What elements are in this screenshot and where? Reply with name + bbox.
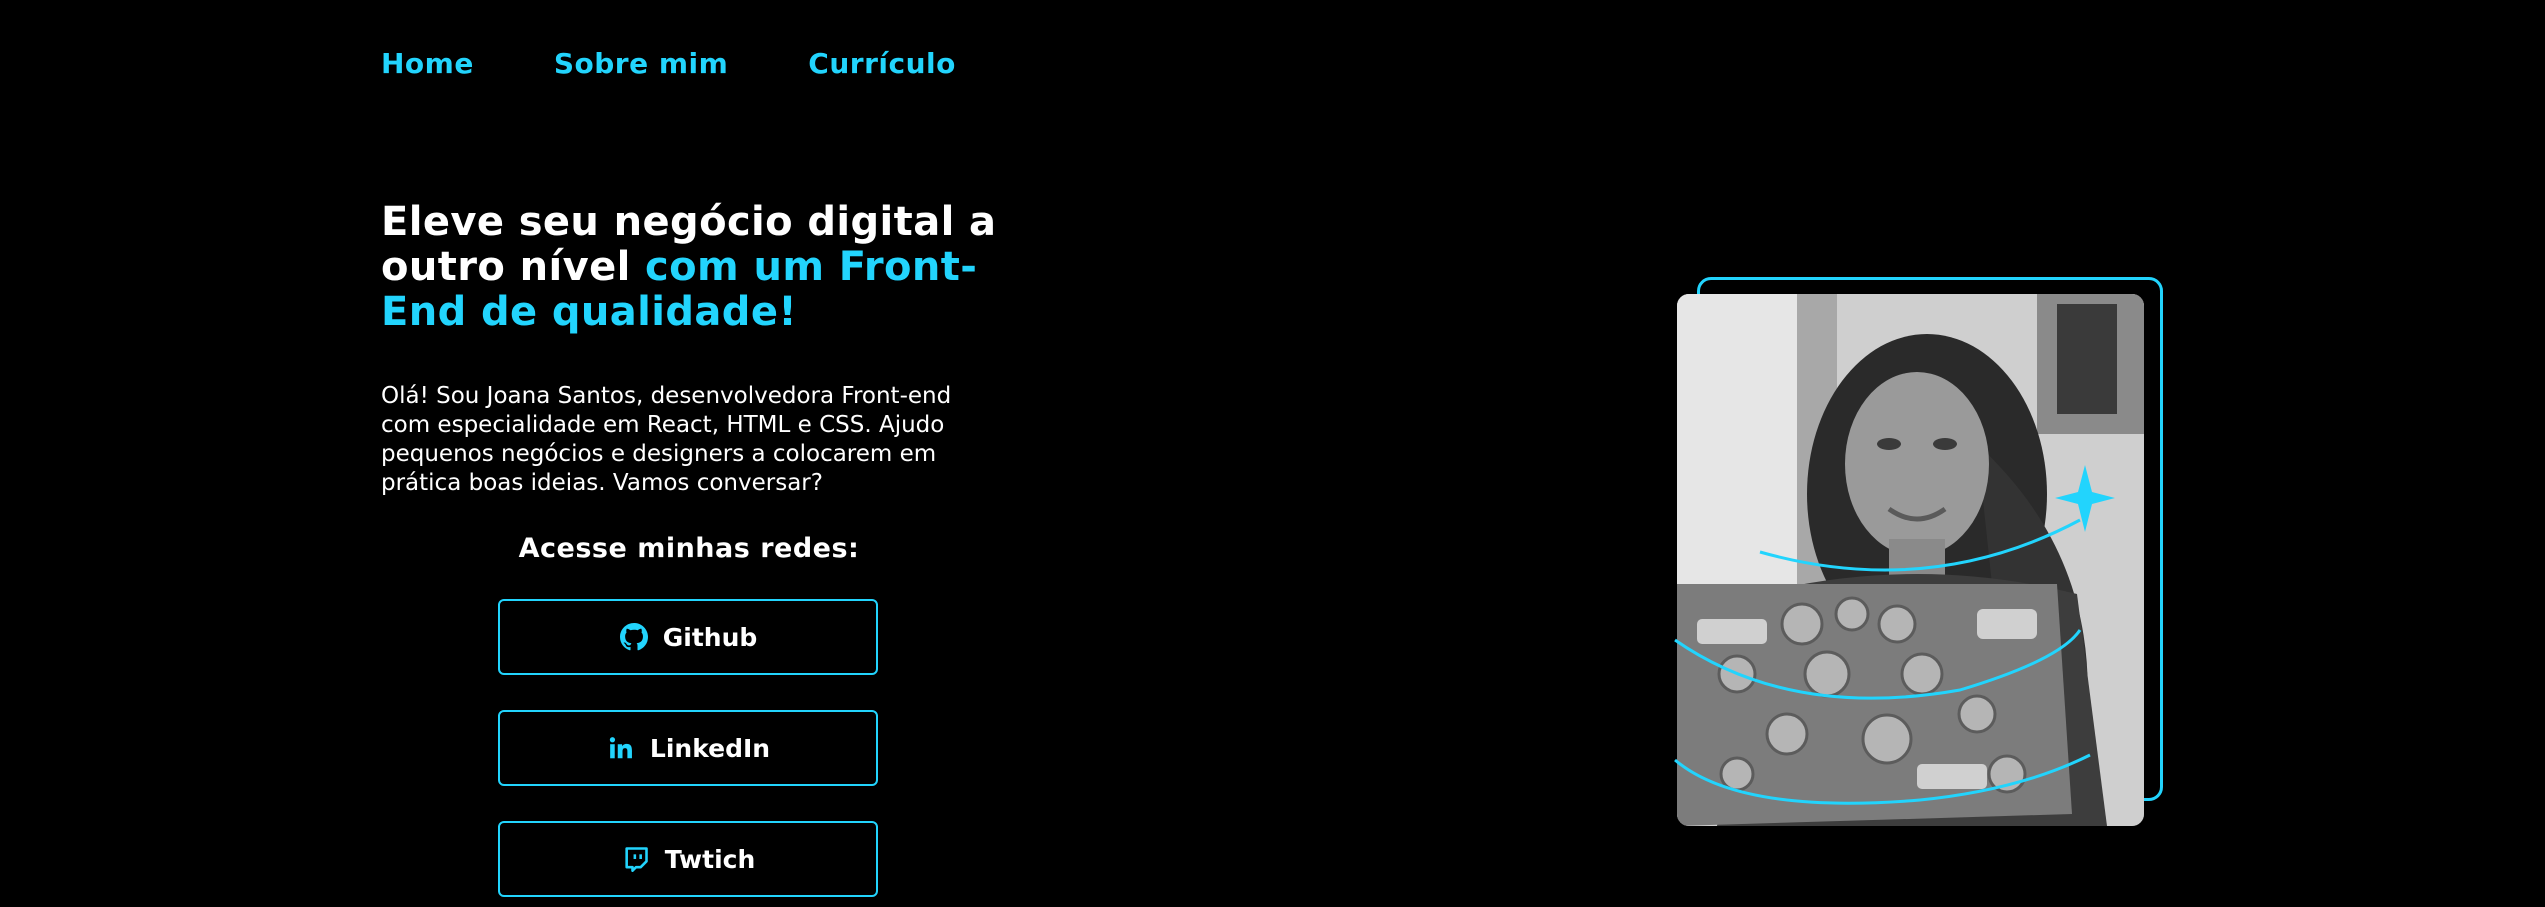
- top-nav: Home Sobre mim Currículo: [381, 40, 956, 88]
- twitch-label: Twtich: [664, 844, 756, 874]
- hero-headline: Eleve seu negócio digital a outro nível …: [381, 200, 1021, 335]
- twitch-button[interactable]: Twtich: [498, 821, 878, 897]
- linkedin-button[interactable]: LinkedIn: [498, 710, 878, 786]
- github-label: Github: [662, 622, 758, 652]
- twitch-icon: [621, 844, 651, 874]
- github-button[interactable]: Github: [498, 599, 878, 675]
- hero-intro: Olá! Sou Joana Santos, desenvolvedora Fr…: [381, 383, 952, 496]
- nav-home-link[interactable]: Home: [381, 40, 474, 88]
- nav-resume-link[interactable]: Currículo: [808, 40, 956, 88]
- github-icon: [619, 622, 649, 652]
- linkedin-label: LinkedIn: [649, 733, 771, 763]
- linkedin-icon: [606, 733, 636, 763]
- nav-about-link[interactable]: Sobre mim: [554, 40, 728, 88]
- profile-photo: [1677, 294, 2144, 826]
- social-title: Acesse minhas redes:: [518, 533, 860, 564]
- portfolio-page: Home Sobre mim Currículo Eleve seu negóc…: [0, 0, 2545, 907]
